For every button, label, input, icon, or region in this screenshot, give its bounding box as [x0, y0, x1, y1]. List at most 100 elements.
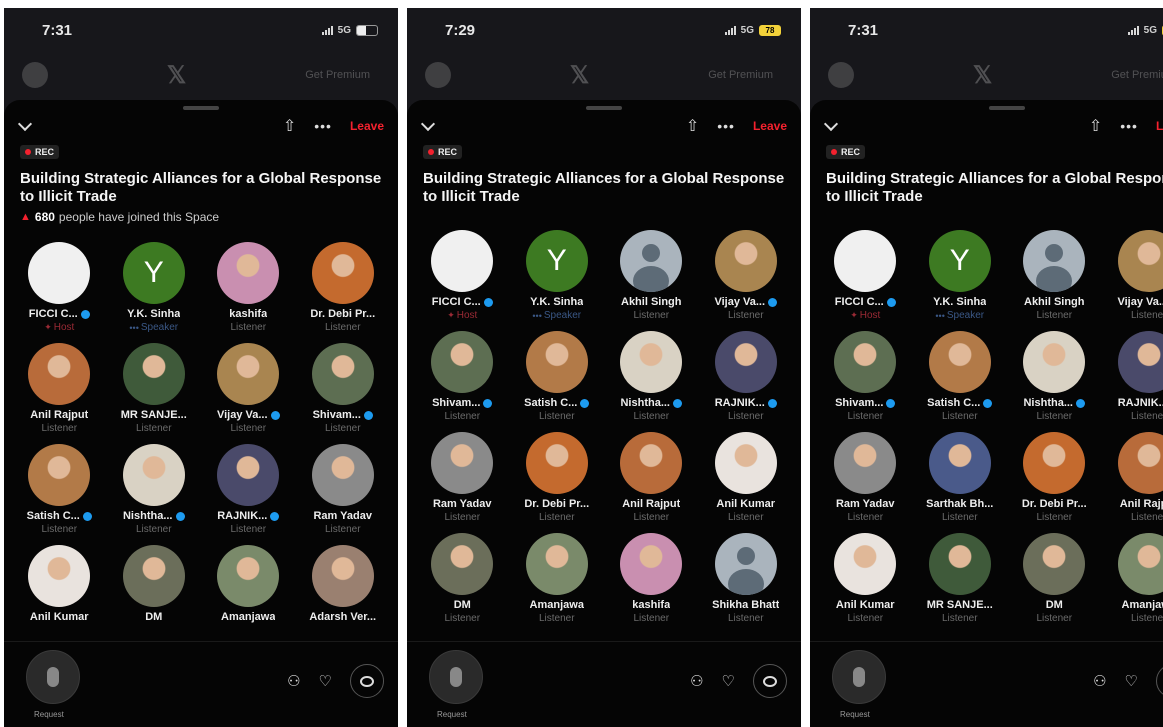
participant-avatar[interactable]: [1117, 331, 1163, 393]
participant[interactable]: FICCI C... ✦ Host: [415, 222, 510, 323]
participant-avatar[interactable]: [834, 432, 897, 494]
participant-avatar[interactable]: [1023, 533, 1086, 595]
participant[interactable]: FICCI C... ✦ Host: [818, 222, 913, 323]
ficci-logo-avatar[interactable]: [834, 230, 897, 292]
more-icon[interactable]: •••: [717, 118, 735, 134]
participant-avatar[interactable]: [1023, 432, 1086, 494]
participant[interactable]: Nishtha... Listener: [604, 323, 699, 424]
participant-avatar[interactable]: [431, 432, 494, 494]
request-mic-button[interactable]: [26, 650, 80, 704]
participant[interactable]: Anil Kumar Listener: [699, 424, 794, 525]
participant[interactable]: DM Listener: [1007, 525, 1102, 626]
people-icon[interactable]: ⚇: [287, 672, 300, 690]
participant-avatar[interactable]: [311, 545, 374, 607]
participant[interactable]: Satish C... Listener: [913, 323, 1008, 424]
participant[interactable]: Akhil Singh Listener: [1007, 222, 1102, 323]
more-icon[interactable]: •••: [314, 118, 332, 134]
heart-icon[interactable]: ♡: [722, 672, 735, 690]
request-mic-button[interactable]: [429, 650, 483, 704]
get-premium-link[interactable]: Get Premium: [1111, 69, 1163, 81]
participant-avatar[interactable]: [1117, 230, 1163, 292]
participant-avatar[interactable]: [1117, 533, 1163, 595]
get-premium-link[interactable]: Get Premium: [708, 69, 773, 81]
participant[interactable]: Vijay Va... Listener: [201, 335, 296, 436]
participant[interactable]: Nishtha... Listener: [107, 436, 202, 537]
heart-icon[interactable]: ♡: [1125, 672, 1138, 690]
participant[interactable]: RAJNIK... Listener: [699, 323, 794, 424]
profile-avatar[interactable]: [22, 62, 48, 88]
participant[interactable]: Amanjawa: [201, 537, 296, 638]
participant-avatar[interactable]: [1117, 432, 1163, 494]
participant[interactable]: RAJNIK... Listener: [1102, 323, 1163, 424]
share-icon[interactable]: ⇧: [686, 116, 699, 136]
participant[interactable]: Nishtha... Listener: [1007, 323, 1102, 424]
participant[interactable]: Anil Kumar: [12, 537, 107, 638]
participant-avatar[interactable]: [217, 444, 280, 506]
participant[interactable]: Dr. Debi Pr... Listener: [1007, 424, 1102, 525]
people-icon[interactable]: ⚇: [690, 672, 703, 690]
participant[interactable]: Vijay Va... Listener: [1102, 222, 1163, 323]
participant-avatar[interactable]: [620, 331, 683, 393]
leave-button[interactable]: Leave: [350, 119, 384, 133]
profile-avatar[interactable]: [828, 62, 854, 88]
ficci-logo-avatar[interactable]: [431, 230, 494, 292]
participant-avatar[interactable]: Y: [525, 230, 588, 292]
participant-avatar[interactable]: [525, 432, 588, 494]
participant-avatar[interactable]: [122, 545, 185, 607]
ficci-logo-avatar[interactable]: [28, 242, 91, 304]
participant-avatar[interactable]: [122, 444, 185, 506]
participant[interactable]: DM Listener: [415, 525, 510, 626]
share-icon[interactable]: ⇧: [1089, 116, 1102, 136]
participant[interactable]: Satish C... Listener: [510, 323, 605, 424]
participant[interactable]: RAJNIK... Listener: [201, 436, 296, 537]
participant-avatar[interactable]: [28, 444, 91, 506]
participant[interactable]: Sarthak Bh... Listener: [913, 424, 1008, 525]
participant[interactable]: Anil Rajput Listener: [604, 424, 699, 525]
participant[interactable]: Dr. Debi Pr... Listener: [296, 234, 391, 335]
participant[interactable]: Anil Rajput Listener: [12, 335, 107, 436]
participant-avatar[interactable]: Y: [928, 230, 991, 292]
participant-avatar[interactable]: [525, 331, 588, 393]
participant[interactable]: Shikha Bhatt Listener: [699, 525, 794, 626]
participant-avatar[interactable]: [928, 533, 991, 595]
participant-avatar[interactable]: [122, 343, 185, 405]
participant[interactable]: Ram Yadav Listener: [296, 436, 391, 537]
participant-avatar[interactable]: Y: [122, 242, 185, 304]
get-premium-link[interactable]: Get Premium: [305, 69, 370, 81]
chevron-down-icon[interactable]: [823, 116, 839, 132]
participant-avatar[interactable]: [311, 343, 374, 405]
participant-avatar[interactable]: [714, 230, 777, 292]
participant[interactable]: Anil Kumar Listener: [818, 525, 913, 626]
participant[interactable]: Vijay Va... Listener: [699, 222, 794, 323]
participant-avatar[interactable]: [28, 343, 91, 405]
heart-icon[interactable]: ♡: [319, 672, 332, 690]
participant[interactable]: DM: [107, 537, 202, 638]
participant[interactable]: Akhil Singh Listener: [604, 222, 699, 323]
participant-avatar[interactable]: [620, 432, 683, 494]
chat-button[interactable]: [753, 664, 787, 698]
more-icon[interactable]: •••: [1120, 118, 1138, 134]
participant-avatar[interactable]: [217, 242, 280, 304]
participant[interactable]: Satish C... Listener: [12, 436, 107, 537]
profile-avatar[interactable]: [425, 62, 451, 88]
participant[interactable]: kashifa Listener: [604, 525, 699, 626]
default-avatar-icon[interactable]: [620, 230, 683, 292]
participant[interactable]: Adarsh Ver...: [296, 537, 391, 638]
participant-avatar[interactable]: [525, 533, 588, 595]
people-icon[interactable]: ⚇: [1093, 672, 1106, 690]
default-avatar-icon[interactable]: [1023, 230, 1086, 292]
chat-button[interactable]: [350, 664, 384, 698]
participant-avatar[interactable]: [217, 545, 280, 607]
participant[interactable]: Dr. Debi Pr... Listener: [510, 424, 605, 525]
participant-avatar[interactable]: [928, 432, 991, 494]
chevron-down-icon[interactable]: [17, 116, 33, 132]
participant-avatar[interactable]: [311, 242, 374, 304]
participant-avatar[interactable]: [834, 331, 897, 393]
participant[interactable]: Ram Yadav Listener: [415, 424, 510, 525]
participant-avatar[interactable]: [431, 331, 494, 393]
participant[interactable]: Y Y.K. Sinha ••• Speaker: [913, 222, 1008, 323]
participant[interactable]: Y Y.K. Sinha ••• Speaker: [510, 222, 605, 323]
participant[interactable]: kashifa Listener: [201, 234, 296, 335]
participant-avatar[interactable]: [620, 533, 683, 595]
participant[interactable]: Shivam... Listener: [296, 335, 391, 436]
